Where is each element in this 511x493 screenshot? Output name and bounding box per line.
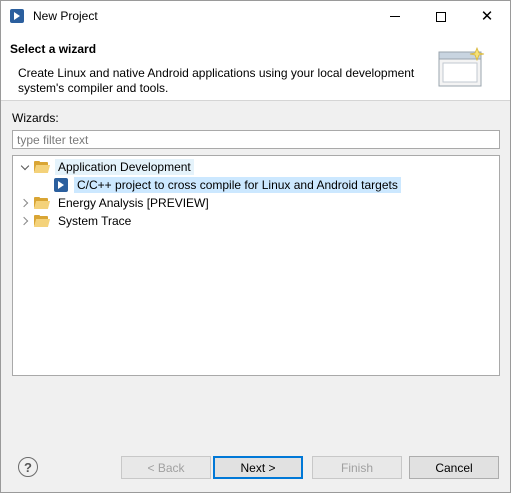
tree-item-label: Energy Analysis [PREVIEW]: [58, 196, 209, 210]
wizards-label: Wizards:: [12, 111, 59, 125]
wizard-banner: Select a wizard Create Linux and native …: [1, 32, 510, 101]
tree-item-cross-compile-project[interactable]: C/C++ project to cross compile for Linux…: [54, 176, 401, 194]
folder-icon: [33, 197, 51, 209]
tree-item-system-trace[interactable]: System Trace: [19, 212, 134, 230]
cancel-button[interactable]: Cancel: [409, 456, 499, 479]
title-bar: New Project ✕: [1, 1, 510, 32]
window-title: New Project: [33, 9, 98, 23]
tree-item-label: Application Development: [55, 159, 194, 175]
page-title: Select a wizard: [10, 42, 97, 56]
chevron-right-icon: [19, 216, 29, 226]
help-icon: ?: [24, 459, 32, 475]
app-icon: [10, 9, 24, 23]
minimize-icon: [390, 16, 400, 17]
back-button[interactable]: < Back: [121, 456, 211, 479]
tree-item-label: C/C++ project to cross compile for Linux…: [74, 177, 401, 193]
new-project-dialog: New Project ✕ Select a wizard Create Lin…: [0, 0, 511, 493]
expand-toggle[interactable]: [19, 216, 30, 226]
close-button[interactable]: ✕: [464, 1, 510, 32]
chevron-down-icon: [20, 161, 30, 170]
expand-toggle[interactable]: [20, 161, 30, 172]
maximize-icon: [436, 11, 446, 22]
folder-icon: [33, 215, 51, 227]
page-description: Create Linux and native Android applicat…: [18, 66, 415, 95]
tree-item-energy-analysis[interactable]: Energy Analysis [PREVIEW]: [19, 194, 212, 212]
filter-input[interactable]: [12, 130, 500, 149]
expand-toggle[interactable]: [19, 198, 30, 208]
next-button[interactable]: Next >: [213, 456, 303, 479]
maximize-button[interactable]: [418, 1, 464, 32]
minimize-button[interactable]: [372, 1, 418, 32]
project-icon: [54, 178, 68, 192]
close-icon: ✕: [480, 7, 494, 25]
tree-item-application-development[interactable]: Application Development: [20, 158, 194, 176]
finish-button[interactable]: Finish: [312, 456, 402, 479]
chevron-right-icon: [19, 198, 29, 208]
wizard-banner-icon: [438, 46, 485, 87]
tree-item-label: System Trace: [58, 214, 132, 228]
help-button[interactable]: ?: [18, 457, 38, 477]
folder-open-icon: [33, 161, 51, 173]
wizard-tree[interactable]: Application Development C/C++ project to…: [12, 155, 500, 376]
